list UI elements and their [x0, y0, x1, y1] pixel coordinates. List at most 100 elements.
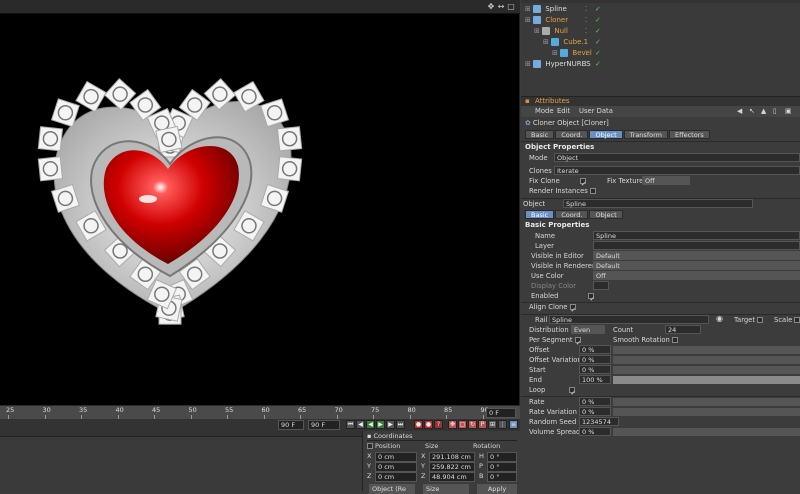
- size-field[interactable]: 48.904 cm: [429, 472, 475, 482]
- random-seed-field[interactable]: 1234574: [579, 417, 619, 426]
- object-name[interactable]: Spline: [545, 5, 567, 13]
- loop-checkbox[interactable]: ✓: [569, 387, 576, 397]
- enabled-check-icon[interactable]: ✓: [595, 37, 601, 48]
- end-slider[interactable]: [613, 376, 800, 384]
- rate-variation-slider[interactable]: [613, 408, 800, 416]
- object-row[interactable]: ⊞ Null ⁚ ✓: [525, 26, 795, 37]
- expand-icon[interactable]: ⊞: [543, 38, 549, 46]
- keyframe-icon[interactable]: ?: [434, 420, 443, 429]
- count-field[interactable]: 24: [665, 325, 701, 334]
- coord-mode-select[interactable]: Object (Re: [369, 484, 415, 494]
- size-field[interactable]: 291.108 cm: [429, 452, 475, 462]
- object-name[interactable]: Bevel: [572, 49, 592, 57]
- object-name[interactable]: HyperNURBS: [545, 60, 590, 68]
- subtab-coord[interactable]: Coord.: [555, 210, 589, 219]
- tab-transform[interactable]: Transform: [623, 130, 668, 139]
- mode-select[interactable]: Object: [554, 153, 800, 162]
- expand-icon[interactable]: ⊞: [525, 5, 531, 13]
- menu-user-data[interactable]: User Data: [579, 106, 613, 117]
- object-row[interactable]: ⊞ HyperNURBS ⁚ ✓: [525, 59, 795, 70]
- pos-field[interactable]: 0 cm: [375, 452, 417, 462]
- coord-size-select[interactable]: Size: [423, 484, 469, 494]
- visible-editor-select[interactable]: Default: [593, 251, 800, 260]
- smooth-rotation-checkbox[interactable]: [671, 337, 678, 343]
- expand-icon[interactable]: ⊞: [534, 27, 540, 35]
- volume-spread-slider[interactable]: [613, 428, 800, 436]
- fix-texture-select[interactable]: Off: [642, 176, 690, 185]
- pos-field[interactable]: 0 cm: [375, 462, 417, 472]
- distribution-select[interactable]: Even: [571, 325, 605, 334]
- enabled-check-icon[interactable]: ✓: [595, 4, 601, 15]
- viewport-3d[interactable]: ✥ ↔ ▢: [0, 0, 520, 405]
- move-view-icon[interactable]: ✥: [487, 3, 495, 11]
- key-position-icon[interactable]: ✥: [448, 420, 457, 429]
- offset-variation-slider[interactable]: [613, 356, 800, 364]
- enabled-check-icon[interactable]: ✓: [595, 15, 601, 26]
- apply-button[interactable]: Apply: [477, 484, 517, 494]
- name-field[interactable]: Spline: [593, 231, 800, 240]
- scale-checkbox[interactable]: [794, 317, 800, 323]
- zoom-view-icon[interactable]: ↔: [497, 3, 505, 11]
- play-forward-icon[interactable]: ▶: [376, 420, 385, 429]
- timeline-ruler[interactable]: 25 30 35 40 45 50 55 60 65 70 75 80 85 90 0 F: [0, 405, 520, 419]
- object-row[interactable]: ⊞ Spline ⁚ ✓: [525, 4, 795, 15]
- clones-select[interactable]: Iterate: [554, 166, 800, 175]
- up-arrow-icon[interactable]: ▲: [761, 106, 766, 117]
- autokey-icon[interactable]: ●: [424, 420, 433, 429]
- tab-object[interactable]: Object: [589, 130, 623, 139]
- start-field[interactable]: 0 %: [579, 365, 611, 374]
- pos-field[interactable]: 0 cm: [375, 472, 417, 482]
- end-frame-field[interactable]: 90 F: [278, 420, 304, 430]
- end-field[interactable]: 100 %: [579, 375, 611, 384]
- rate-field[interactable]: 0 %: [579, 397, 611, 406]
- new-window-icon[interactable]: ▣: [785, 106, 791, 117]
- display-color-swatch[interactable]: [593, 281, 609, 290]
- subtab-basic[interactable]: Basic: [525, 210, 555, 219]
- size-field[interactable]: 259.822 cm: [429, 462, 475, 472]
- visibility-dots-icon[interactable]: ⁚: [585, 59, 587, 70]
- enabled-check-icon[interactable]: ✓: [595, 26, 601, 37]
- key-scale-icon[interactable]: ▢: [458, 420, 467, 429]
- rail-field[interactable]: Spline: [549, 315, 709, 324]
- visibility-dots-icon[interactable]: ⁚: [585, 26, 587, 37]
- use-color-select[interactable]: Off: [593, 271, 800, 280]
- expand-icon[interactable]: ⊞: [525, 16, 531, 24]
- enabled-checkbox[interactable]: ✓: [588, 293, 595, 303]
- rate-variation-field[interactable]: 0 %: [579, 407, 611, 416]
- visibility-dots-icon[interactable]: ⁚: [585, 4, 587, 15]
- visibility-dots-icon[interactable]: ⁚: [585, 48, 587, 59]
- key-rotation-icon[interactable]: ↻: [468, 420, 477, 429]
- offset-slider[interactable]: [613, 346, 800, 354]
- maximize-view-icon[interactable]: ▢: [507, 3, 515, 11]
- layer-field[interactable]: [593, 241, 800, 250]
- start-slider[interactable]: [613, 366, 800, 374]
- per-segment-checkbox[interactable]: ✓: [574, 337, 581, 347]
- layout-icon[interactable]: ≡: [509, 420, 518, 429]
- key-pla-icon[interactable]: ⊞: [488, 420, 497, 429]
- menu-edit[interactable]: Edit: [557, 106, 570, 117]
- coordinates-lock-checkbox[interactable]: [367, 443, 373, 449]
- align-clone-checkbox[interactable]: ✓: [569, 304, 576, 314]
- target-checkbox[interactable]: [757, 317, 764, 323]
- subtab-object[interactable]: Object: [589, 210, 623, 219]
- tab-effectors[interactable]: Effectors: [668, 130, 710, 139]
- rate-slider[interactable]: [613, 398, 800, 406]
- attributes-menu-icon[interactable]: ▪: [525, 97, 530, 106]
- volume-spread-field[interactable]: 0 %: [579, 427, 611, 436]
- offset-field[interactable]: 0 %: [579, 345, 611, 354]
- expand-icon[interactable]: ⊞: [552, 49, 558, 57]
- rail-picker-icon[interactable]: ◉: [716, 314, 723, 323]
- object-name[interactable]: Cloner: [545, 16, 568, 24]
- offset-variation-field[interactable]: 0 %: [579, 355, 611, 364]
- link-object-field[interactable]: Spline: [563, 199, 753, 208]
- object-name[interactable]: Null: [554, 27, 568, 35]
- lock-icon[interactable]: ▯: [773, 106, 777, 117]
- visibility-dots-icon[interactable]: ⁚: [585, 37, 587, 48]
- render-instances-checkbox[interactable]: [589, 188, 596, 194]
- goto-start-icon[interactable]: ⏮: [346, 420, 355, 429]
- record-icon[interactable]: ●: [414, 420, 423, 429]
- rot-field[interactable]: 0 °: [487, 462, 517, 472]
- max-frame-field[interactable]: 90 F: [308, 420, 340, 430]
- object-row[interactable]: ⊞ Cloner ⁚ ✓: [525, 15, 795, 26]
- tab-basic[interactable]: Basic: [525, 130, 555, 139]
